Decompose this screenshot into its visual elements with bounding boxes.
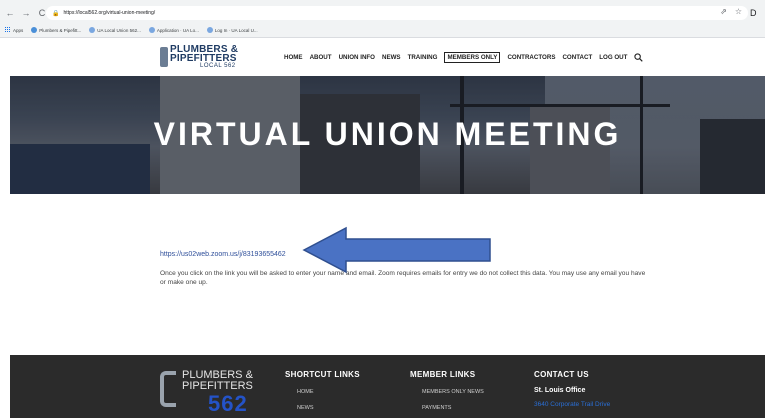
page-title: VIRTUAL UNION MEETING: [153, 116, 622, 152]
footer-member-links: MEMBER LINKS MEMBERS ONLY NEWS PAYMENTS: [410, 370, 484, 411]
browser-toolbar: ← → C 🔒 https://local562.org/virtual-uni…: [0, 4, 765, 22]
address-bar[interactable]: 🔒 https://local562.org/virtual-union-mee…: [46, 6, 748, 20]
left-arrow-icon: [302, 226, 491, 274]
browser-chrome: ← → C 🔒 https://local562.org/virtual-uni…: [0, 0, 765, 38]
share-icon[interactable]: ⇗: [720, 7, 727, 16]
bookmark-apps[interactable]: Apps: [5, 27, 23, 33]
pipe-logo-icon: [160, 371, 176, 407]
bookmark-label: Log In · UA Local U...: [214, 27, 258, 33]
bookmark-favicon-icon: [89, 27, 96, 33]
bookmark-favicon-icon: [148, 27, 155, 33]
nav-log-out[interactable]: LOG OUT: [599, 54, 627, 61]
back-button[interactable]: ←: [4, 8, 16, 18]
lock-icon: 🔒: [52, 10, 60, 17]
site-logo[interactable]: PLUMBERS & PIPEFITTERS LOCAL 562: [160, 44, 240, 70]
extension-icon[interactable]: D: [750, 8, 757, 18]
footer-shortcut-links: SHORTCUT LINKS HOME NEWS: [285, 370, 360, 411]
site-footer: PLUMBERS & PIPEFITTERS 562 SHORTCUT LINK…: [10, 355, 765, 418]
footer-link-members-only-news[interactable]: MEMBERS ONLY NEWS: [422, 389, 484, 395]
zoom-meeting-link[interactable]: https://us02web.zoom.us/j/83193655462: [160, 251, 286, 258]
logo-line-3: LOCAL 562: [200, 63, 236, 69]
footer-link-news[interactable]: NEWS: [297, 405, 360, 411]
nav-home[interactable]: HOME: [284, 54, 303, 61]
bookmark-label: Apps: [13, 27, 24, 33]
search-icon[interactable]: [634, 53, 644, 62]
nav-members-only[interactable]: MEMBERS ONLY: [444, 52, 501, 63]
bookmark-item[interactable]: UA Local Union 562...: [89, 27, 141, 33]
address-url: https://local562.org/virtual-union-meeti…: [63, 10, 156, 16]
footer-logo[interactable]: PLUMBERS & PIPEFITTERS 562: [160, 369, 260, 416]
star-icon[interactable]: ☆: [735, 7, 742, 16]
nav-contact[interactable]: CONTACT: [562, 54, 592, 61]
apps-grid-icon: [5, 27, 11, 33]
nav-news[interactable]: NEWS: [382, 54, 401, 61]
bookmarks-bar: Apps Plumbers & Pipefitt... UA Local Uni…: [0, 24, 258, 36]
bookmark-favicon-icon: [206, 27, 213, 33]
pipe-logo-icon: [160, 47, 168, 67]
footer-logo-number: 562: [208, 391, 248, 416]
bookmark-label: Application · UA Lo...: [156, 27, 199, 33]
footer-office-name: St. Louis Office: [534, 387, 586, 394]
site-header: PLUMBERS & PIPEFITTERS LOCAL 562 HOME AB…: [0, 38, 765, 76]
nav-union-info[interactable]: UNION INFO: [339, 54, 375, 61]
nav-training[interactable]: TRAINING: [408, 54, 438, 61]
bookmark-item[interactable]: Log In · UA Local U...: [206, 27, 258, 33]
footer-link-payments[interactable]: PAYMENTS: [422, 405, 484, 411]
forward-button[interactable]: →: [20, 8, 32, 18]
footer-address-link[interactable]: 3640 Corporate Trail Drive: [534, 401, 610, 408]
bookmark-item[interactable]: Application · UA Lo...: [148, 27, 199, 33]
main-nav: HOME ABOUT UNION INFO NEWS TRAINING MEMB…: [284, 52, 644, 63]
footer-heading: MEMBER LINKS: [410, 370, 476, 379]
instructions-text: Once you click on the link you will be a…: [160, 270, 646, 286]
nav-contractors[interactable]: CONTRACTORS: [507, 54, 555, 61]
footer-contact: CONTACT US St. Louis Office 3640 Corpora…: [534, 370, 610, 408]
bookmark-item[interactable]: Plumbers & Pipefitt...: [31, 27, 81, 33]
bookmark-label: Plumbers & Pipefitt...: [39, 27, 82, 33]
footer-link-home[interactable]: HOME: [297, 389, 360, 395]
footer-heading: CONTACT US: [534, 370, 589, 379]
hero-banner: VIRTUAL UNION MEETING: [10, 76, 765, 194]
nav-about[interactable]: ABOUT: [310, 54, 332, 61]
footer-heading: SHORTCUT LINKS: [285, 370, 360, 379]
bookmark-label: UA Local Union 562...: [97, 27, 141, 33]
bookmark-favicon-icon: [31, 27, 38, 33]
